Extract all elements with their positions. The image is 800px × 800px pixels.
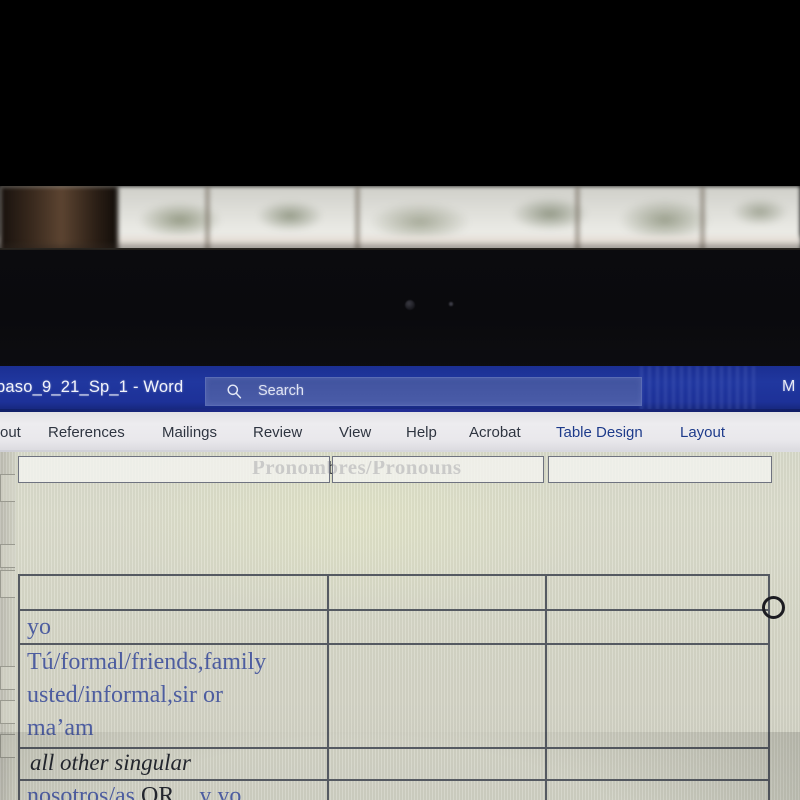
table-border bbox=[18, 643, 770, 645]
header-field-2[interactable] bbox=[332, 456, 544, 483]
table-border bbox=[545, 574, 547, 800]
screenshot-root: paso_9_21_Sp_1 - Word M out References M… bbox=[0, 0, 800, 800]
webcam-icon bbox=[405, 300, 415, 310]
table-cell-yo[interactable]: yo bbox=[27, 614, 51, 641]
row-selector-mark[interactable] bbox=[0, 570, 15, 598]
ribbon-tab-strip: out References Mailings Review View Help… bbox=[0, 412, 800, 452]
webcam-led-icon bbox=[449, 302, 453, 306]
pronouns-table[interactable]: yo Tú/formal/friends,family usted/inform… bbox=[18, 574, 770, 800]
row-selector-mark[interactable] bbox=[0, 544, 15, 568]
table-border bbox=[18, 574, 770, 576]
table-border bbox=[18, 609, 770, 611]
table-border bbox=[327, 574, 329, 800]
header-field-3[interactable] bbox=[548, 456, 772, 483]
header-field-1[interactable] bbox=[18, 456, 330, 483]
search-input[interactable]: Search bbox=[205, 377, 642, 406]
tab-table-design[interactable]: Table Design bbox=[556, 424, 643, 441]
tab-help[interactable]: Help bbox=[406, 424, 437, 441]
search-placeholder: Search bbox=[258, 383, 304, 399]
titlebar-glare bbox=[640, 366, 760, 410]
word-window: paso_9_21_Sp_1 - Word M out References M… bbox=[0, 366, 800, 800]
account-initial: M bbox=[782, 378, 796, 395]
table-cell-all-other-singular[interactable]: all other singular bbox=[30, 750, 191, 776]
tab-mailings[interactable]: Mailings bbox=[162, 424, 217, 441]
document-page[interactable]: Pronombres/Pronouns yo bbox=[0, 452, 800, 800]
hand-drawn-circle-annotation bbox=[762, 596, 785, 619]
tab-review[interactable]: Review bbox=[253, 424, 302, 441]
table-border bbox=[18, 779, 770, 781]
table-border bbox=[18, 747, 770, 749]
row-selector-mark[interactable] bbox=[0, 734, 15, 758]
tab-layout-truncated[interactable]: out bbox=[0, 424, 21, 441]
table-cell-tu-usted[interactable]: Tú/formal/friends,family usted/informal,… bbox=[27, 646, 266, 745]
row-selector-mark[interactable] bbox=[0, 700, 15, 724]
laptop-bezel bbox=[0, 250, 800, 508]
letterbox-top bbox=[0, 0, 800, 196]
tab-references[interactable]: References bbox=[48, 424, 125, 441]
row-selector-mark[interactable] bbox=[0, 474, 15, 502]
document-title: paso_9_21_Sp_1 - Word bbox=[0, 378, 184, 396]
table-border bbox=[18, 574, 20, 800]
search-icon bbox=[227, 384, 242, 399]
tab-layout[interactable]: Layout bbox=[680, 424, 725, 441]
row-selector-mark[interactable] bbox=[0, 666, 15, 690]
tab-view[interactable]: View bbox=[339, 424, 371, 441]
table-cell-nosotros[interactable]: nosotros/as OR _ y yo bbox=[27, 783, 241, 800]
tab-acrobat[interactable]: Acrobat bbox=[469, 424, 521, 441]
